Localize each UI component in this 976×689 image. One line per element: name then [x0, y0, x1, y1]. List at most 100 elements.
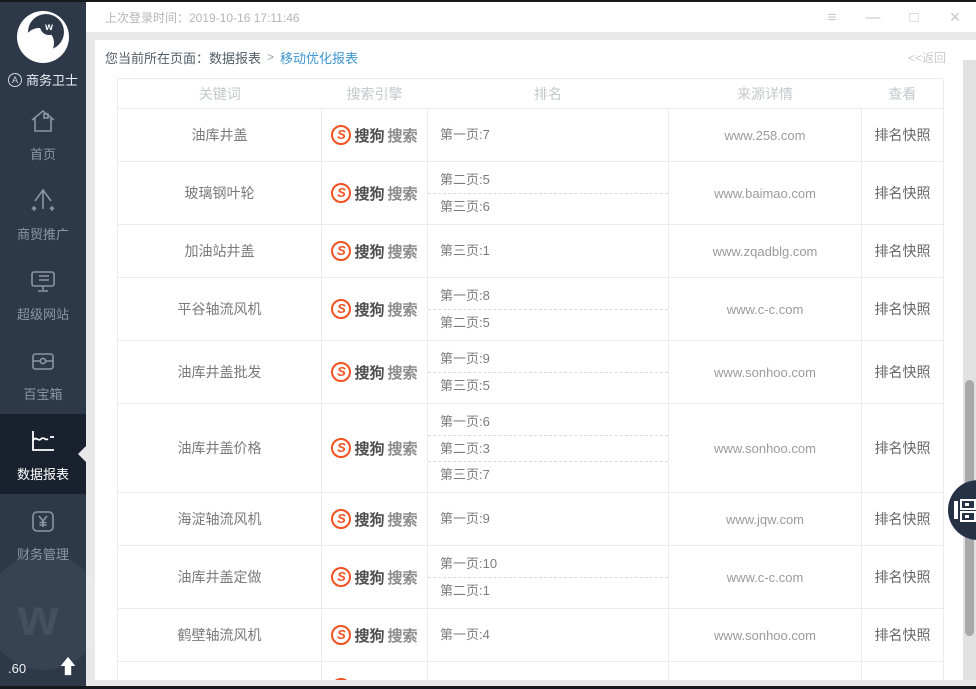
col-header-source: 来源详情 — [669, 79, 862, 109]
rank-entry: 第三页:6 — [428, 193, 668, 219]
engine-name-secondary: 搜索 — [388, 125, 418, 146]
engine-cell: S 搜狗 搜索 — [322, 109, 428, 162]
engine-cell: S 搜狗 搜索 — [322, 404, 428, 493]
table-row: 海淀轴流风机 S 搜狗 搜索 第一页:9 www.jqw.com 排名快照 — [118, 493, 944, 546]
sogou-logo: S 搜狗 搜索 — [331, 299, 417, 320]
table-row: 平谷轴流风机 S 搜狗 搜索 第一页:8第二页:5 www.c-c.com 排名… — [118, 278, 944, 341]
back-to-top-button[interactable] — [57, 654, 79, 678]
window-controls: ≡ — □ × — [824, 8, 976, 26]
view-snapshot-link[interactable]: 排名快照 — [862, 546, 944, 609]
table-row: 油库井盖 S 搜狗 搜索 第一页:7 www.258.com 排名快照 — [118, 109, 944, 162]
engine-name-secondary: 搜索 — [388, 241, 418, 262]
rank-table-wrap: 关键词 搜索引擎 排名 来源详情 查看 油库井盖 S 搜狗 搜索 第一页:7 w… — [117, 78, 943, 680]
engine-cell: S 搜狗 搜索 — [322, 609, 428, 662]
rank-entry: 第一页:4 — [428, 622, 668, 648]
engine-name-secondary: 搜索 — [388, 183, 418, 204]
engine-cell: S 搜狗 搜索 — [322, 662, 428, 681]
rank-entry: 第二页:3 — [428, 435, 668, 461]
table-row: 玻璃钢叶轮 S 搜狗 搜索 第二页:5第三页:6 www.baimao.com … — [118, 162, 944, 225]
view-snapshot-link[interactable]: 排名快照 — [862, 404, 944, 493]
col-header-view: 查看 — [862, 79, 944, 109]
sidebar-item-label: 首页 — [30, 144, 56, 163]
rank-cell: 第三页:1 — [428, 225, 669, 278]
sogou-s-icon: S — [331, 183, 351, 203]
keyword-cell: 油库井盖批发 — [118, 341, 322, 404]
home-icon — [28, 106, 58, 136]
engine-cell: S 搜狗 搜索 — [322, 278, 428, 341]
rank-entry: 第一页:7 — [428, 122, 668, 148]
rank-entry: 第一页:6 — [428, 409, 668, 435]
sidebar-menu: 首页 商贸推广 超级网站 — [0, 94, 86, 574]
table-row: 油库井盖价格 S 搜狗 搜索 第一页:6第二页:3第三页:7 www.sonho… — [118, 404, 944, 493]
view-snapshot-link[interactable]: 排名快照 — [862, 225, 944, 278]
keyword-cell: 油库井盖 — [118, 109, 322, 162]
table-row: 油库井盖定做 S 搜狗 搜索 第一页:10第二页:1 www.c-c.com 排… — [118, 546, 944, 609]
sogou-logo: S 搜狗 搜索 — [331, 125, 417, 146]
keyword-cell — [118, 662, 322, 681]
sogou-s-icon: S — [331, 438, 351, 458]
engine-cell: S 搜狗 搜索 — [322, 225, 428, 278]
view-snapshot-link[interactable]: 排名快照 — [862, 162, 944, 225]
sogou-s-icon: S — [331, 241, 351, 261]
breadcrumb-current-link[interactable]: 移动优化报表 — [280, 48, 358, 67]
app-window: w A 商务卫士 首页 商贸推广 — [0, 0, 976, 689]
view-snapshot-link[interactable]: 排名快照 — [862, 109, 944, 162]
rank-entry: 第二页:5 — [428, 167, 668, 193]
col-header-keyword: 关键词 — [118, 79, 322, 109]
version-label: .60 — [8, 661, 26, 676]
keyword-cell: 加油站井盖 — [118, 225, 322, 278]
rank-table: 关键词 搜索引擎 排名 来源详情 查看 油库井盖 S 搜狗 搜索 第一页:7 w… — [117, 78, 944, 680]
rank-entry: 第一页:9 — [428, 506, 668, 532]
view-snapshot-link[interactable]: 排名快照 — [862, 609, 944, 662]
breadcrumb: 您当前所在页面： 数据报表 > 移动优化报表 <<返回 — [95, 40, 976, 70]
engine-name-primary: 搜狗 — [354, 362, 384, 383]
maximize-icon[interactable]: □ — [906, 10, 922, 25]
sidebar-item-data-report[interactable]: 数据报表 — [0, 414, 86, 494]
engine-cell: S 搜狗 搜索 — [322, 493, 428, 546]
view-snapshot-link[interactable]: 排名快照 — [862, 493, 944, 546]
rank-cell — [428, 662, 669, 681]
engine-name-secondary: 搜索 — [388, 567, 418, 588]
breadcrumb-separator: > — [267, 50, 274, 64]
sogou-logo: S 搜狗 搜索 — [331, 183, 417, 204]
sogou-s-icon: S — [331, 509, 351, 529]
sogou-s-icon: S — [331, 625, 351, 645]
source-cell — [669, 662, 862, 681]
close-icon[interactable]: × — [947, 8, 963, 26]
engine-name-primary: 搜狗 — [354, 183, 384, 204]
rank-cell: 第一页:10第二页:1 — [428, 546, 669, 609]
yinyang-logo-icon: w — [15, 9, 71, 65]
sidebar-item-promotion[interactable]: 商贸推广 — [0, 174, 86, 254]
sidebar-item-website[interactable]: 超级网站 — [0, 254, 86, 334]
table-row: 鹤壁轴流风机 S 搜狗 搜索 第一页:4 www.sonhoo.com 排名快照 — [118, 609, 944, 662]
table-row: 油库井盖批发 S 搜狗 搜索 第一页:9第三页:5 www.sonhoo.com… — [118, 341, 944, 404]
sogou-logo: S 搜狗 搜索 — [331, 362, 417, 383]
view-snapshot-link[interactable]: 排名快照 — [862, 278, 944, 341]
rank-cell: 第一页:9 — [428, 493, 669, 546]
source-cell: www.sonhoo.com — [669, 404, 862, 493]
sidebar-item-toolbox[interactable]: 百宝箱 — [0, 334, 86, 414]
rank-entry: 第三页:5 — [428, 372, 668, 398]
promotion-icon — [28, 186, 58, 216]
keyword-cell: 平谷轴流风机 — [118, 278, 322, 341]
source-cell: www.c-c.com — [669, 546, 862, 609]
engine-name-secondary: 搜索 — [388, 299, 418, 320]
menu-icon[interactable]: ≡ — [824, 10, 840, 25]
sidebar-item-label: 百宝箱 — [23, 384, 62, 403]
minimize-icon[interactable]: — — [865, 10, 881, 25]
sidebar-item-home[interactable]: 首页 — [0, 94, 86, 174]
source-cell: www.zqadblg.com — [669, 225, 862, 278]
website-icon — [28, 266, 58, 296]
sidebar-item-label: 商贸推广 — [17, 224, 69, 243]
engine-name-secondary: 搜索 — [388, 678, 418, 681]
keyword-cell: 油库井盖价格 — [118, 404, 322, 493]
rank-entry: 第三页:1 — [428, 238, 668, 264]
toolbox-icon — [28, 346, 58, 376]
back-link[interactable]: <<返回 — [908, 49, 946, 66]
engine-cell: S 搜狗 搜索 — [322, 341, 428, 404]
view-snapshot-link[interactable]: 排名快照 — [862, 341, 944, 404]
source-cell: www.baimao.com — [669, 162, 862, 225]
rank-cell: 第一页:9第三页:5 — [428, 341, 669, 404]
view-snapshot-link[interactable] — [862, 662, 944, 681]
sogou-s-icon: S — [331, 125, 351, 145]
